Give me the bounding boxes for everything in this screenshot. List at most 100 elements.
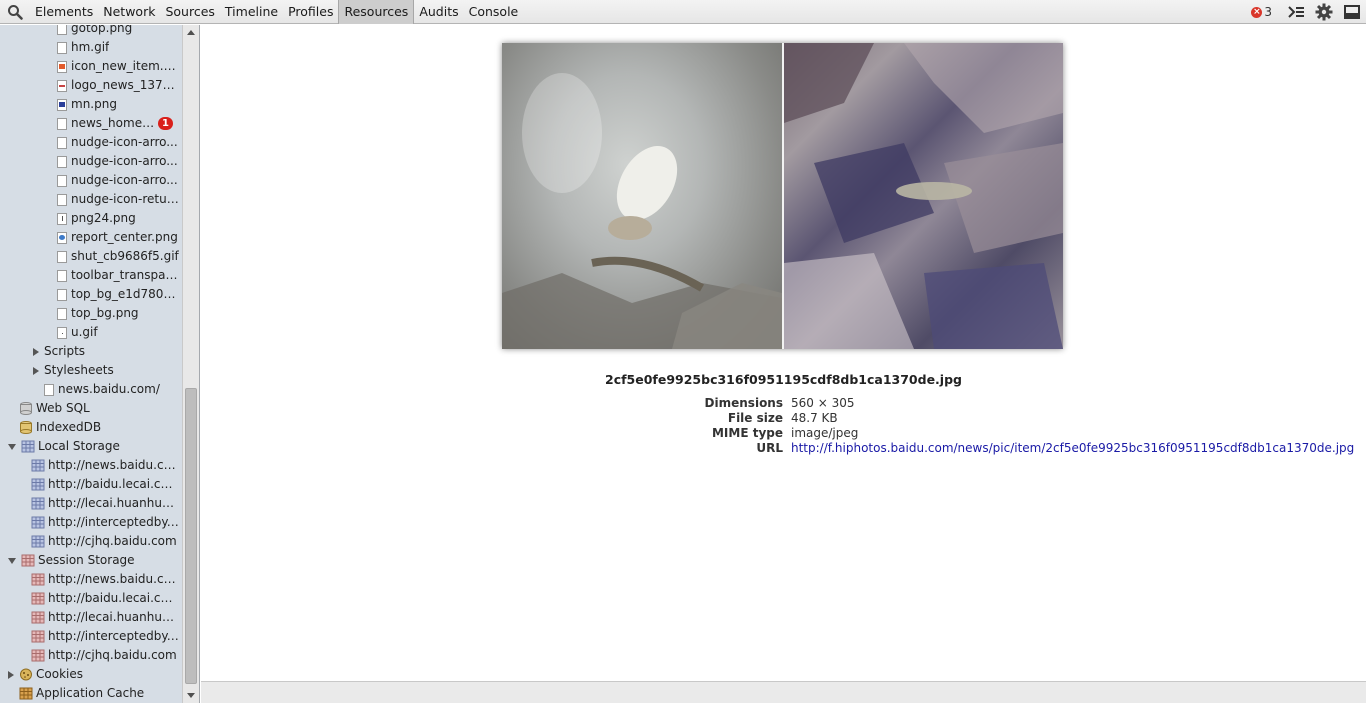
scroll-up-arrow-icon[interactable]	[187, 30, 195, 35]
tree-item-session-storage[interactable]: Session Storage	[8, 551, 179, 570]
tree-item-local-storage-origin[interactable]: http://baidu.lecai.com	[31, 475, 179, 494]
storage-grid-icon	[31, 573, 45, 586]
storage-grid-icon	[31, 592, 45, 605]
tree-item-image[interactable]: top_bg.png	[57, 304, 179, 323]
file-icon	[57, 288, 67, 301]
file-icon	[57, 155, 67, 168]
tree-item-local-storage[interactable]: Local Storage	[8, 437, 179, 456]
property-name: Dimensions	[704, 396, 783, 410]
collapse-arrow-icon[interactable]	[8, 557, 16, 564]
tree-item-image[interactable]: gotop.png	[57, 25, 179, 38]
tree-item-local-storage-origin[interactable]: http://news.baidu.com	[31, 456, 179, 475]
file-icon	[57, 41, 67, 54]
database-icon	[20, 402, 32, 415]
devtools-toolbar: Elements Network Sources Timeline Profil…	[0, 0, 1366, 24]
tree-item-image[interactable]: nudge-icon-arro...	[57, 171, 179, 190]
tree-item-session-storage-origin[interactable]: http://lecai.huanhuba...	[31, 608, 179, 627]
error-badge: 1	[158, 117, 173, 130]
file-icon	[57, 307, 67, 320]
tree-item-image[interactable]: u.gif	[57, 323, 179, 342]
file-icon	[57, 250, 67, 263]
tree-item-image[interactable]: hm.gif	[57, 38, 179, 57]
tab-audits[interactable]: Audits	[414, 0, 463, 24]
tree-item-image[interactable]: report_center.png	[57, 228, 179, 247]
tab-profiles[interactable]: Profiles	[283, 0, 338, 24]
expand-arrow-icon[interactable]	[8, 670, 14, 679]
property-value: 560 × 305	[791, 396, 855, 410]
sidebar-scrollbar[interactable]	[182, 25, 199, 703]
tree-item-image[interactable]: toolbar_transpare...	[57, 266, 179, 285]
tree-item-image[interactable]: logo_news_137_4...	[57, 76, 179, 95]
image-url-link[interactable]: http://f.hiphotos.baidu.com/news/pic/ite…	[791, 441, 1354, 456]
tree-item-image[interactable]: news_home_a... 1	[57, 114, 179, 133]
collapse-arrow-icon[interactable]	[8, 443, 16, 450]
tab-timeline[interactable]: Timeline	[220, 0, 283, 24]
storage-grid-icon	[31, 649, 45, 662]
gear-icon[interactable]	[1315, 3, 1333, 21]
tab-elements[interactable]: Elements	[30, 0, 98, 24]
tab-network[interactable]: Network	[98, 0, 160, 24]
tree-item-local-storage-origin[interactable]: http://cjhq.baidu.com	[31, 532, 179, 551]
storage-grid-icon	[31, 497, 45, 510]
file-icon	[57, 269, 67, 282]
session-storage-icon	[21, 554, 35, 567]
expand-arrow-icon[interactable]	[33, 366, 39, 375]
file-icon	[57, 193, 67, 206]
tree-item-application-cache[interactable]: Application Cache	[19, 684, 179, 703]
image-panel-left	[502, 43, 782, 349]
tree-item-local-storage-origin[interactable]: http://lecai.huanhuba...	[31, 494, 179, 513]
tree-item-image[interactable]: icon_new_item.png	[57, 57, 179, 76]
toolbar-right: × 3	[1251, 0, 1366, 24]
document-icon	[44, 383, 54, 396]
local-storage-icon	[21, 440, 35, 453]
console-drawer-icon[interactable]	[1287, 3, 1305, 21]
tree-item-local-storage-origin[interactable]: http://interceptedby.a...	[31, 513, 179, 532]
tree-item-web-sql[interactable]: Web SQL	[19, 399, 179, 418]
tree-item-image[interactable]: nudge-icon-arro...	[57, 152, 179, 171]
indexeddb-icon	[20, 421, 32, 434]
file-icon	[57, 136, 67, 149]
storage-grid-icon	[31, 459, 45, 472]
tree-item-session-storage-origin[interactable]: http://news.baidu.com	[31, 570, 179, 589]
tab-sources[interactable]: Sources	[160, 0, 219, 24]
image-preview	[502, 43, 1063, 349]
tree-item-session-storage-origin[interactable]: http://baidu.lecai.com	[31, 589, 179, 608]
error-icon: ×	[1251, 6, 1263, 18]
tree-item-image[interactable]: png24.png	[57, 209, 179, 228]
status-bar	[201, 681, 1366, 703]
file-icon	[57, 212, 67, 225]
tree-item-image[interactable]: nudge-icon-retur...	[57, 190, 179, 209]
tree-item-indexeddb[interactable]: IndexedDB	[19, 418, 179, 437]
tab-resources[interactable]: Resources	[338, 0, 415, 24]
error-counter[interactable]: × 3	[1251, 5, 1272, 19]
resources-sidebar: gotop.png hm.gif icon_new_item.png logo_…	[0, 25, 200, 703]
application-cache-icon	[19, 687, 33, 700]
image-filename: 2cf5e0fe9925bc316f0951195cdf8db1ca1370de…	[605, 372, 962, 387]
tree-item-image[interactable]: top_bg_e1d7808e....	[57, 285, 179, 304]
image-thumb-icon	[57, 60, 67, 73]
storage-grid-icon	[31, 535, 45, 548]
dock-icon[interactable]	[1343, 3, 1361, 21]
tree-item-session-storage-origin[interactable]: http://cjhq.baidu.com	[31, 646, 179, 665]
tree-item-image[interactable]: shut_cb9686f5.gif	[57, 247, 179, 266]
property-name: MIME type	[711, 426, 783, 440]
image-panel-right	[784, 43, 1063, 349]
error-count: 3	[1264, 5, 1272, 19]
tree-item-session-storage-origin[interactable]: http://interceptedby.a...	[31, 627, 179, 646]
expand-arrow-icon[interactable]	[33, 347, 39, 356]
image-thumb-icon	[57, 79, 67, 92]
scrollbar-thumb[interactable]	[185, 388, 197, 684]
tree-item-stylesheets[interactable]: Stylesheets	[33, 361, 179, 380]
file-icon	[57, 326, 67, 339]
property-name: File size	[727, 411, 783, 425]
tree-item-scripts[interactable]: Scripts	[33, 342, 179, 361]
scroll-down-arrow-icon[interactable]	[187, 693, 195, 698]
tree-item-cookies[interactable]: Cookies	[8, 665, 179, 684]
storage-grid-icon	[31, 478, 45, 491]
image-thumb-icon	[57, 98, 67, 111]
tree-item-image[interactable]: nudge-icon-arro...	[57, 133, 179, 152]
tab-console[interactable]: Console	[464, 0, 524, 24]
search-icon[interactable]	[7, 4, 23, 20]
tree-item-image[interactable]: mn.png	[57, 95, 179, 114]
tree-item-document[interactable]: news.baidu.com/	[44, 380, 179, 399]
